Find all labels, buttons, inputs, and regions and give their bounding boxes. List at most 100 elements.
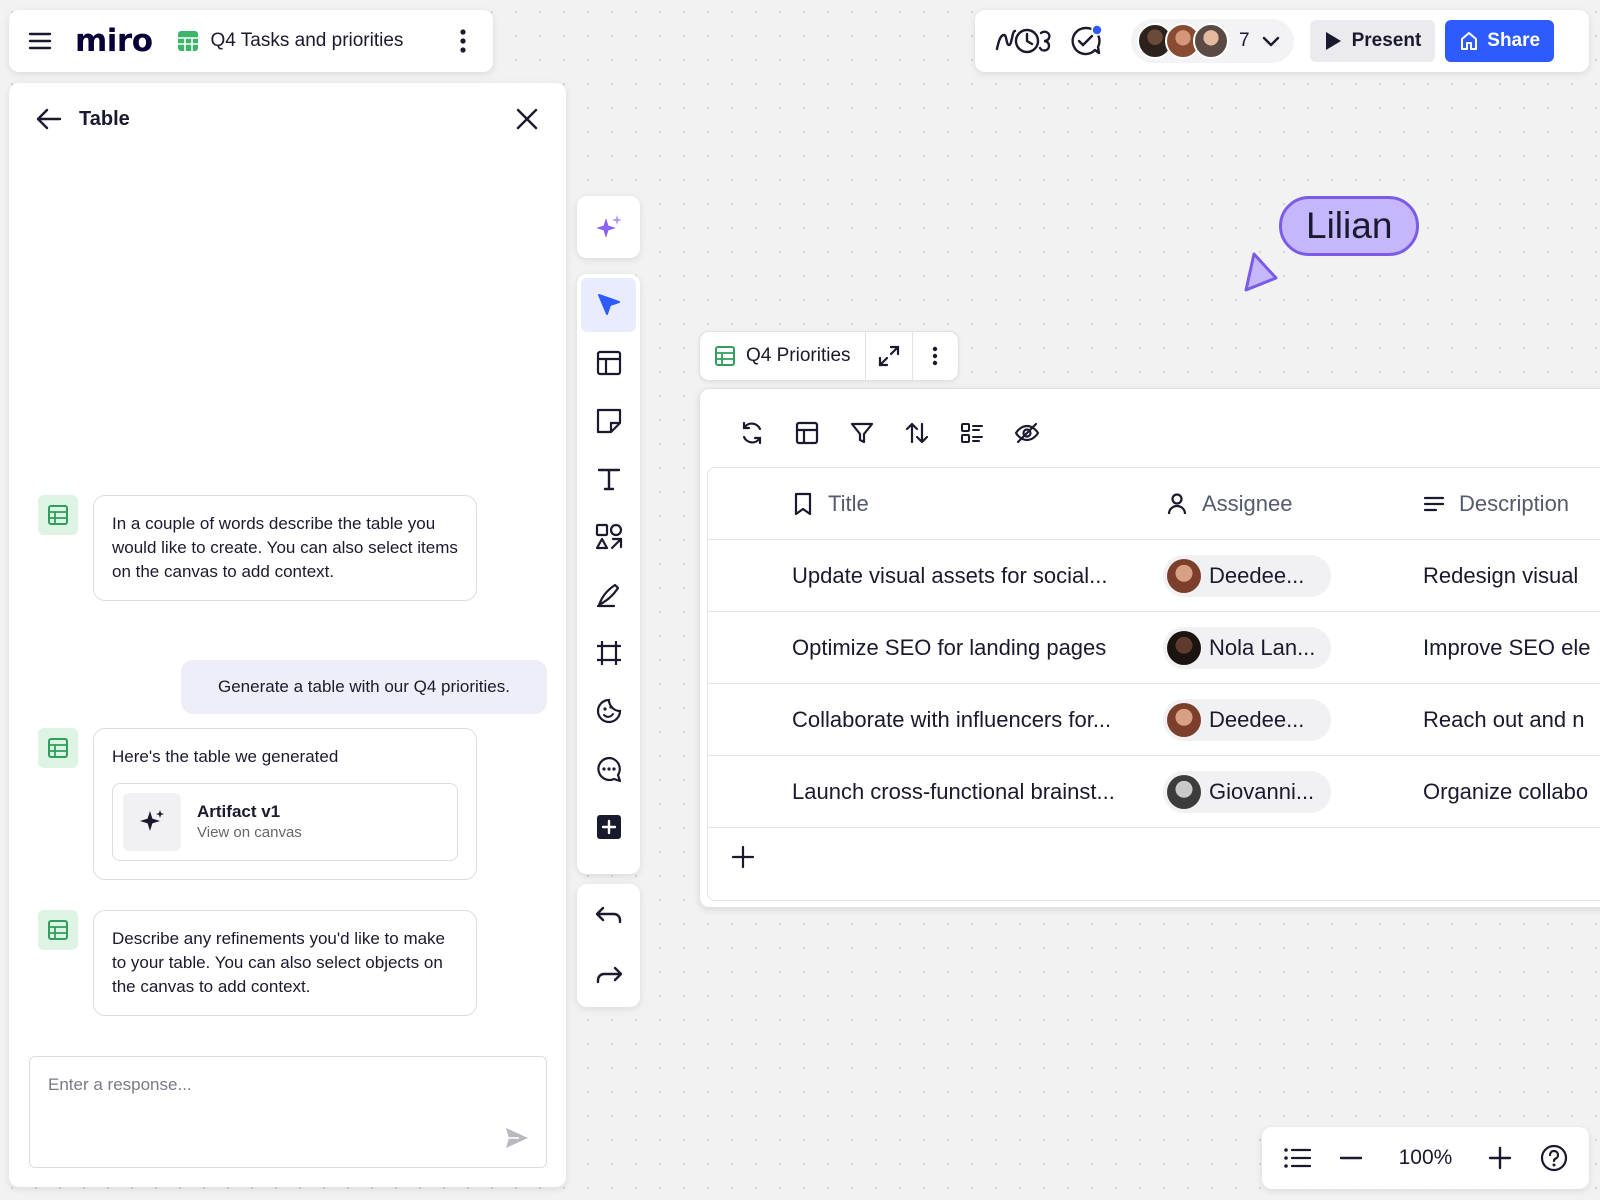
- collaboration-bar: 7 Present Share: [975, 10, 1589, 72]
- sort-icon[interactable]: [889, 413, 944, 453]
- cell-title[interactable]: Collaborate with influencers for...: [792, 684, 1157, 756]
- plus-icon[interactable]: [728, 842, 758, 872]
- group-icon[interactable]: [944, 413, 999, 453]
- artifact-card[interactable]: Artifact v1 View on canvas: [112, 783, 458, 861]
- comment-icon[interactable]: [581, 742, 636, 796]
- back-arrow-icon[interactable]: [35, 105, 63, 133]
- miro-logo[interactable]: miro: [75, 23, 153, 59]
- cell-title[interactable]: Launch cross-functional brainst...: [792, 756, 1157, 828]
- assignee-chip[interactable]: Deedee...: [1163, 699, 1331, 741]
- text-icon[interactable]: [581, 452, 636, 506]
- zoom-controls: 100%: [1262, 1127, 1589, 1189]
- add-app-icon[interactable]: [581, 800, 636, 854]
- assistant-message: Describe any refinements you'd like to m…: [93, 910, 477, 1016]
- board-title[interactable]: Q4 Tasks and priorities: [211, 30, 451, 52]
- cell-description[interactable]: Improve SEO ele: [1423, 612, 1591, 684]
- timer-icon[interactable]: [993, 21, 1055, 61]
- frame-icon[interactable]: [581, 626, 636, 680]
- cell-description[interactable]: Organize collabo: [1423, 756, 1588, 828]
- help-icon[interactable]: [1534, 1138, 1574, 1178]
- assignee-chip[interactable]: Deedee...: [1163, 555, 1331, 597]
- cell-title[interactable]: Optimize SEO for landing pages: [792, 612, 1157, 684]
- layout-icon[interactable]: [779, 413, 834, 453]
- table-row[interactable]: Update visual assets for social... Deede…: [708, 540, 1600, 612]
- hide-icon[interactable]: [999, 413, 1054, 453]
- assignee-name: Deedee...: [1209, 563, 1305, 588]
- assistant-message: Here's the table we generated Artifact v…: [93, 728, 477, 880]
- table-grid: Title Assignee Description Update visual…: [707, 467, 1600, 901]
- sparkle-icon[interactable]: [581, 200, 636, 254]
- sparkle-icon: [123, 793, 181, 851]
- assignee-chip[interactable]: Giovanni...: [1163, 771, 1331, 813]
- table-title[interactable]: Q4 Priorities: [700, 332, 866, 380]
- sticker-icon[interactable]: [581, 684, 636, 738]
- cell-description[interactable]: Redesign visual: [1423, 540, 1578, 612]
- response-box: [29, 1056, 547, 1168]
- plus-icon[interactable]: [1480, 1138, 1520, 1178]
- kebab-icon[interactable]: [911, 332, 958, 380]
- table-row[interactable]: Launch cross-functional brainst... Giova…: [708, 756, 1600, 828]
- avatar: [1167, 631, 1201, 665]
- bookmark-icon: [792, 492, 828, 516]
- refresh-icon[interactable]: [724, 413, 779, 453]
- close-icon[interactable]: [514, 106, 540, 132]
- ai-toolbar: [577, 196, 640, 258]
- column-header-assignee[interactable]: Assignee: [1166, 468, 1293, 540]
- cell-assignee[interactable]: Nola Lan...: [1163, 612, 1331, 684]
- present-button[interactable]: Present: [1309, 20, 1436, 62]
- table-icon: [714, 345, 736, 367]
- history-toolbar: [577, 884, 640, 1007]
- table-icon: [38, 728, 78, 768]
- table-row[interactable]: Collaborate with influencers for... Deed…: [708, 684, 1600, 756]
- present-label: Present: [1351, 30, 1422, 51]
- column-header-description[interactable]: Description: [1423, 468, 1569, 540]
- artifact-subtitle[interactable]: View on canvas: [197, 823, 302, 843]
- reactions-icon[interactable]: [1055, 21, 1117, 61]
- cell-assignee[interactable]: Giovanni...: [1163, 756, 1331, 828]
- description-lines-icon: [1423, 493, 1459, 515]
- column-header-title[interactable]: Title: [792, 468, 869, 540]
- zoom-level[interactable]: 100%: [1385, 1146, 1465, 1170]
- share-button[interactable]: Share: [1445, 20, 1555, 62]
- response-input[interactable]: [30, 1057, 546, 1167]
- person-icon: [1166, 492, 1202, 516]
- pen-icon[interactable]: [581, 568, 636, 622]
- avatar-count: 7: [1239, 30, 1250, 51]
- assistant-message: In a couple of words describe the table …: [93, 495, 477, 601]
- shapes-icon[interactable]: [581, 510, 636, 564]
- table-title-text: Q4 Priorities: [746, 345, 851, 366]
- sticky-note-icon[interactable]: [581, 394, 636, 448]
- filter-icon[interactable]: [834, 413, 889, 453]
- expand-icon[interactable]: [866, 332, 912, 380]
- collaborator-cursor-label: Lilian: [1279, 196, 1420, 256]
- collaborator-avatars[interactable]: 7: [1131, 19, 1294, 63]
- undo-icon[interactable]: [581, 890, 636, 944]
- user-message: Generate a table with our Q4 priorities.: [181, 660, 547, 714]
- list-icon[interactable]: [1277, 1138, 1317, 1178]
- templates-icon[interactable]: [581, 336, 636, 390]
- table-header-row: Title Assignee Description: [708, 468, 1600, 540]
- menu-icon[interactable]: [27, 28, 53, 54]
- cell-assignee[interactable]: Deedee...: [1163, 684, 1331, 756]
- send-icon[interactable]: [504, 1125, 530, 1151]
- creation-toolbar: [577, 274, 640, 874]
- table-title-bar: Q4 Priorities: [699, 331, 959, 381]
- avatar: [1167, 703, 1201, 737]
- cell-title[interactable]: Update visual assets for social...: [792, 540, 1157, 612]
- column-header-label: Title: [828, 491, 869, 516]
- chevron-down-icon[interactable]: [1260, 30, 1282, 52]
- table-icon: [38, 910, 78, 950]
- minus-icon[interactable]: [1331, 1138, 1371, 1178]
- avatar[interactable]: [1193, 23, 1229, 59]
- assignee-chip[interactable]: Nola Lan...: [1163, 627, 1331, 669]
- assignee-name: Nola Lan...: [1209, 635, 1316, 660]
- table-row[interactable]: Optimize SEO for landing pages Nola Lan.…: [708, 612, 1600, 684]
- kebab-icon[interactable]: [451, 27, 475, 55]
- redo-icon[interactable]: [581, 948, 636, 1002]
- table-toolbar: [724, 413, 1054, 453]
- assignee-name: Deedee...: [1209, 707, 1305, 732]
- select-cursor-icon[interactable]: [581, 278, 636, 332]
- cell-description[interactable]: Reach out and n: [1423, 684, 1584, 756]
- table-icon: [177, 30, 199, 52]
- cell-assignee[interactable]: Deedee...: [1163, 540, 1331, 612]
